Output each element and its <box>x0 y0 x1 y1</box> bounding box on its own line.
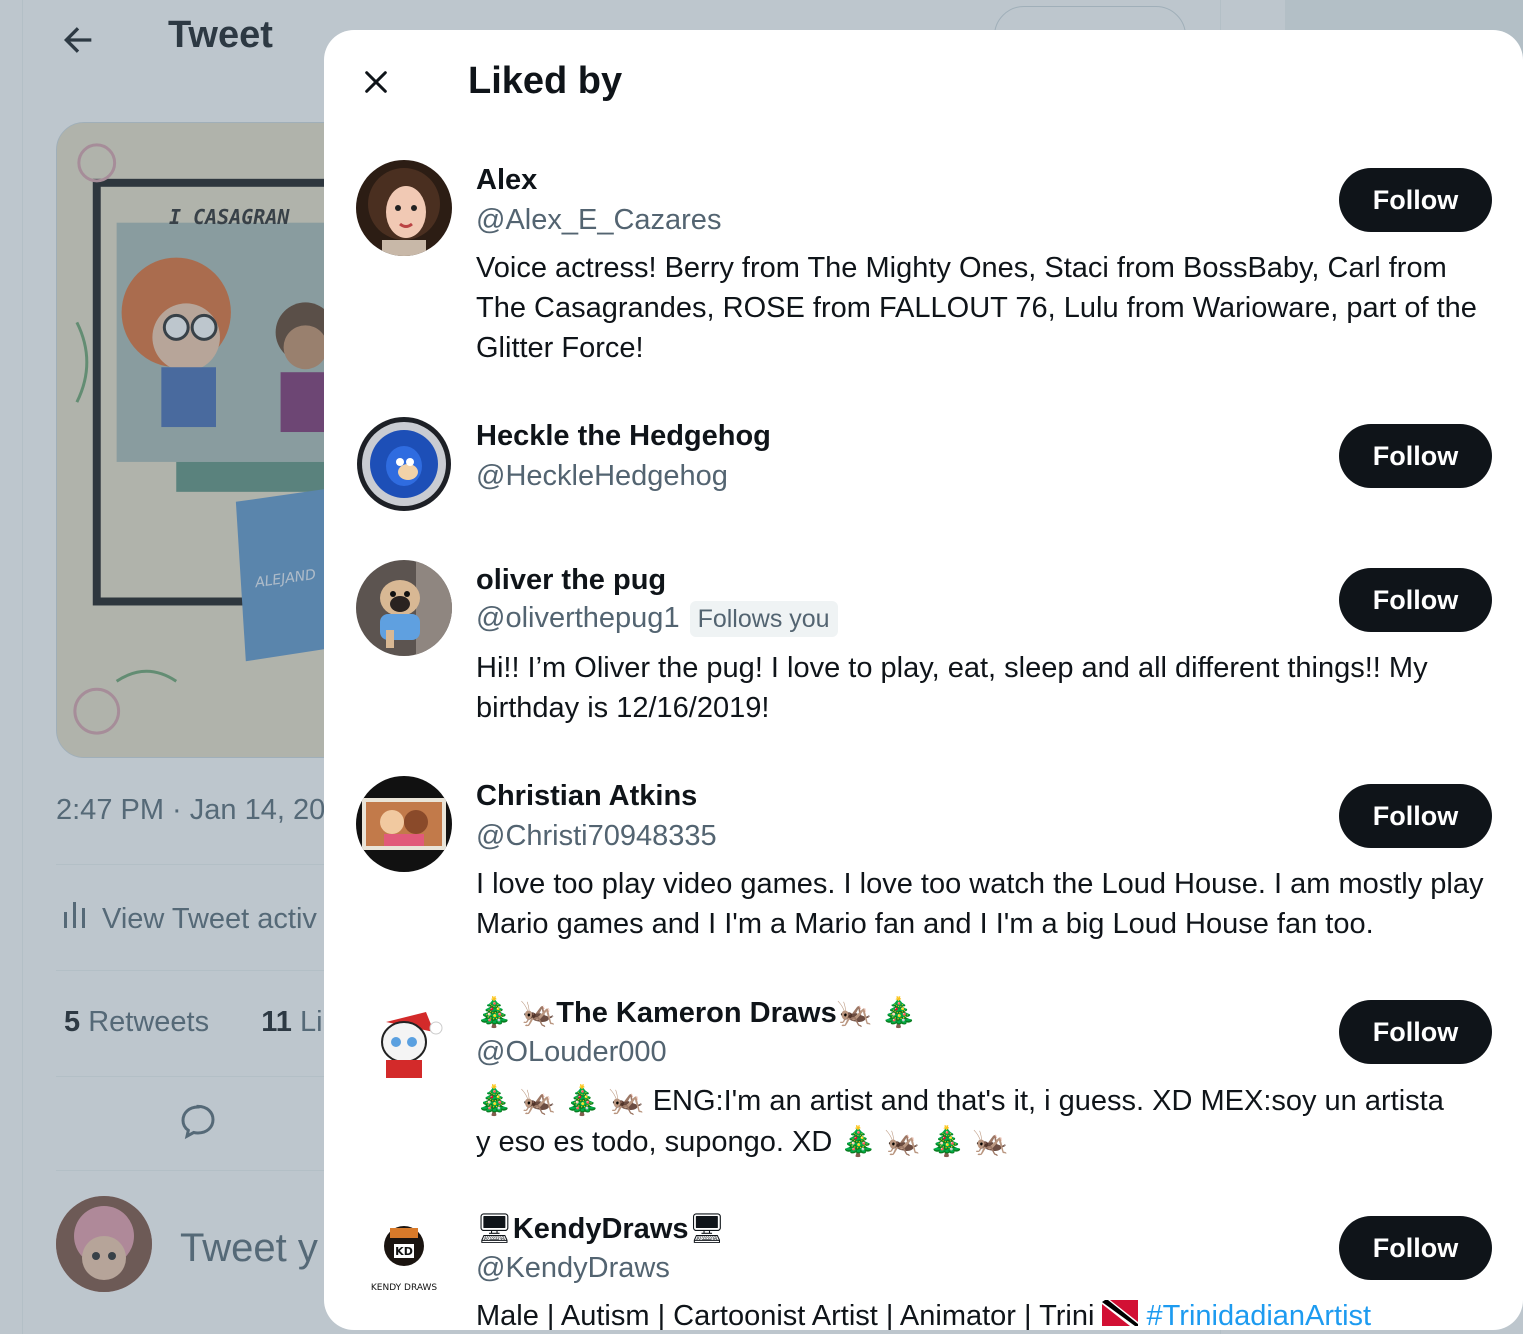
bio-line: ENG:I'm an artist and that's it, i guess… <box>652 1085 1444 1117</box>
follow-button[interactable]: Follow <box>1339 1216 1492 1280</box>
tree-icon: 🎄 <box>880 995 917 1029</box>
user-name[interactable]: 🖥KendyDraws🖥 <box>476 1210 725 1247</box>
tree-icon: 🎄 <box>928 1124 965 1158</box>
bio-line: y eso es todo, supongo. XD <box>476 1126 833 1158</box>
trinidad-flag-icon <box>1102 1297 1139 1330</box>
cricket-icon: 🦗 <box>836 995 873 1029</box>
modal-header: Liked by <box>324 30 1523 138</box>
tree-icon: 🎄 <box>476 995 513 1029</box>
cricket-icon: 🦗 <box>520 995 557 1029</box>
user-bio: Hi!! I’m Oliver the pug! I love to play,… <box>476 652 1428 724</box>
user-handle[interactable]: @Alex_E_Cazares <box>476 202 721 238</box>
user-name[interactable]: 🎄 🦗The Kameron Draws🦗 🎄 <box>476 994 917 1031</box>
cricket-icon: 🦗 <box>520 1083 557 1117</box>
user-name[interactable]: Christian Atkins <box>476 778 697 814</box>
avatar[interactable] <box>356 992 452 1088</box>
hashtag-link[interactable]: #TrinidadianArtist <box>1147 1300 1372 1330</box>
follow-button[interactable]: Follow <box>1339 424 1492 488</box>
avatar[interactable] <box>356 160 452 256</box>
user-bio: I love too play video games. I love too … <box>476 868 1484 940</box>
follow-button[interactable]: Follow <box>1339 1000 1492 1064</box>
cricket-icon: 🦗 <box>608 1083 645 1117</box>
avatar-subtext: KENDY DRAWS <box>371 1283 437 1293</box>
close-button[interactable] <box>352 58 400 106</box>
user-handle-row: @oliverthepug1 Follows you <box>476 600 838 638</box>
follow-button[interactable]: Follow <box>1339 568 1492 632</box>
follows-you-badge: Follows you <box>689 601 838 638</box>
tree-icon: 🎄 <box>476 1083 513 1117</box>
user-handle[interactable]: @Christi70948335 <box>476 818 717 854</box>
user-name-text: The Kameron Draws <box>556 997 837 1029</box>
user-name[interactable]: Alex <box>476 162 537 198</box>
avatar[interactable] <box>356 416 452 512</box>
user-handle[interactable]: @KendyDraws <box>476 1250 670 1286</box>
close-icon <box>365 71 387 93</box>
computer-icon: 🖥 <box>476 1211 513 1245</box>
user-name[interactable]: Heckle the Hedgehog <box>476 418 771 454</box>
user-bio: 🎄 🦗 🎄 🦗 ENG:I'm an artist and that's it,… <box>476 1080 1496 1162</box>
tree-icon: 🎄 <box>840 1124 877 1158</box>
computer-icon: 🖥 <box>688 1211 726 1245</box>
user-name-text: KendyDraws <box>512 1213 689 1245</box>
bio-text: Male | Autism | Cartoonist Artist | Anim… <box>476 1300 1095 1330</box>
user-bio: Male | Autism | Cartoonist Artist | Anim… <box>476 1296 1496 1330</box>
avatar-text: KD <box>395 1245 413 1258</box>
cricket-icon: 🦗 <box>972 1124 1009 1158</box>
user-handle[interactable]: @oliverthepug1 <box>476 602 680 634</box>
avatar[interactable]: KD KENDY DRAWS <box>356 1208 452 1304</box>
liked-by-modal: Liked by Alex @Alex_E_Cazares Voice actr… <box>324 30 1523 1330</box>
user-bio: Voice actress! Berry from The Mighty One… <box>476 252 1477 364</box>
modal-title: Liked by <box>468 60 623 102</box>
user-handle[interactable]: @HeckleHedgehog <box>476 458 728 494</box>
follow-button[interactable]: Follow <box>1339 168 1492 232</box>
avatar[interactable] <box>356 560 452 656</box>
user-name[interactable]: oliver the pug <box>476 562 666 598</box>
follow-button[interactable]: Follow <box>1339 784 1492 848</box>
user-handle[interactable]: @OLouder000 <box>476 1034 667 1070</box>
avatar[interactable] <box>356 776 452 872</box>
tree-icon: 🎄 <box>564 1083 601 1117</box>
cricket-icon: 🦗 <box>884 1124 921 1158</box>
